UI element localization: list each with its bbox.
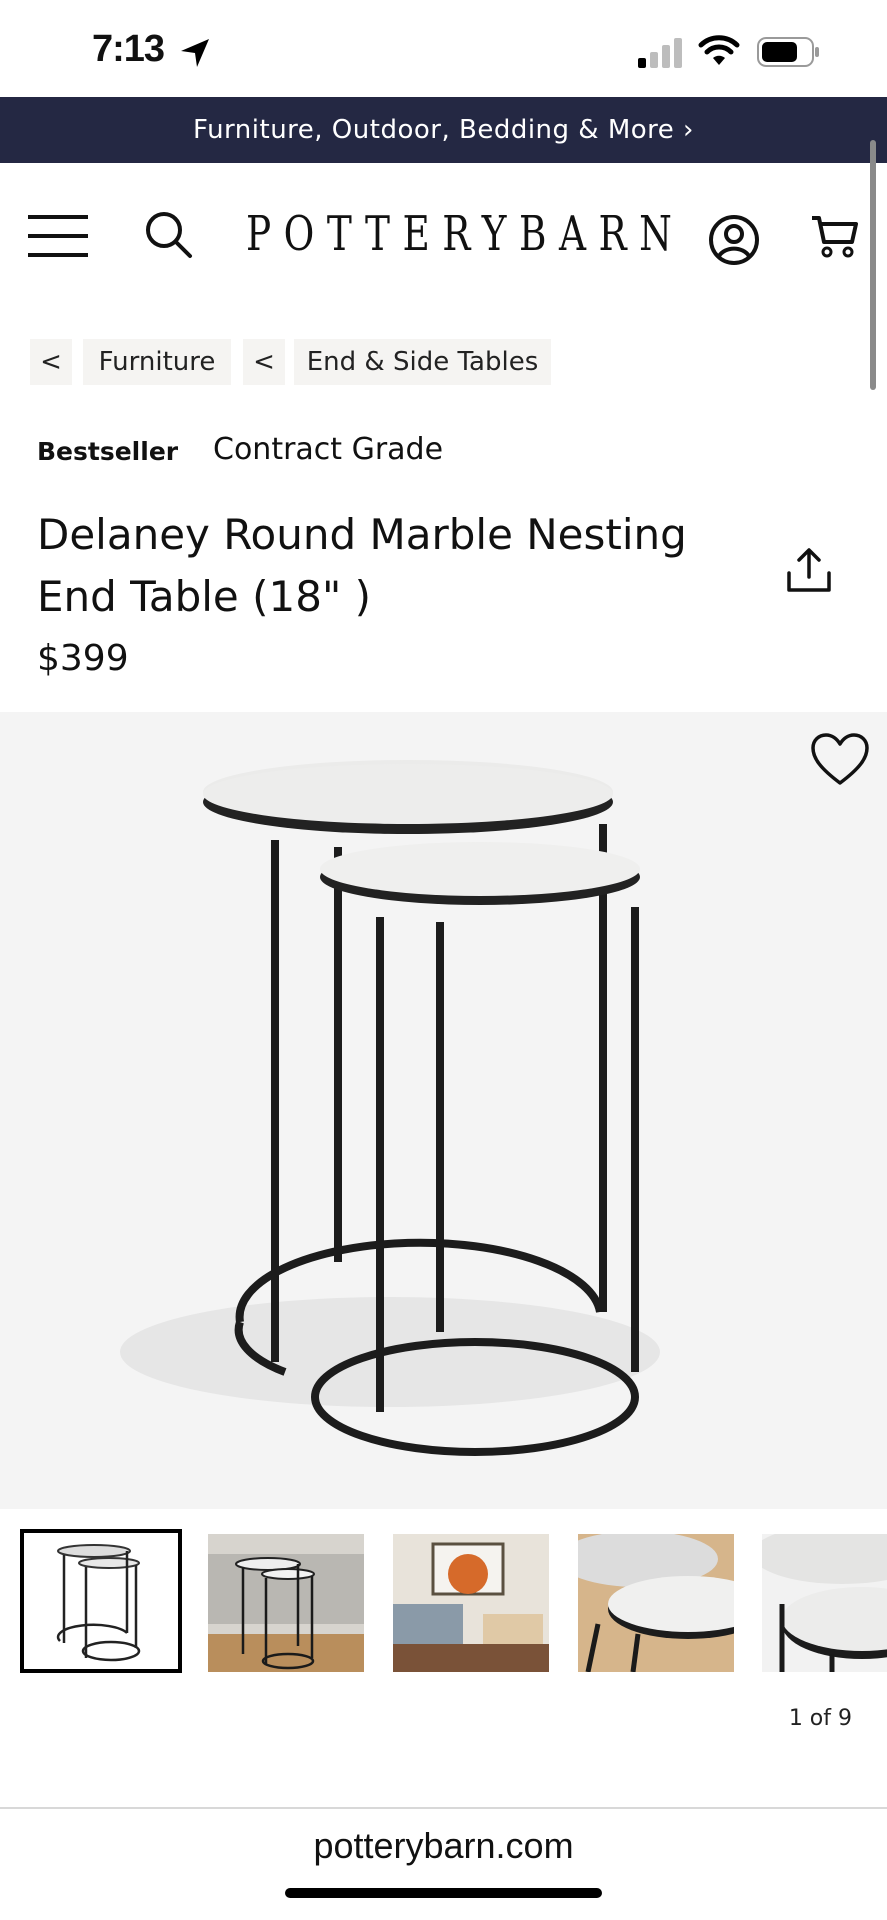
location-arrow-icon bbox=[178, 36, 212, 74]
breadcrumb-furniture[interactable]: Furniture bbox=[83, 339, 231, 385]
cellular-signal-icon bbox=[638, 38, 684, 72]
promo-banner[interactable]: Furniture, Outdoor, Bedding & More › bbox=[0, 97, 887, 163]
breadcrumb-back-button[interactable]: < bbox=[30, 339, 72, 385]
product-hero-image[interactable] bbox=[0, 712, 887, 1509]
thumbnail-2[interactable] bbox=[208, 1534, 364, 1672]
promo-banner-text[interactable]: Furniture, Outdoor, Bedding & More › bbox=[0, 115, 887, 145]
scrollbar[interactable] bbox=[870, 140, 876, 390]
thumbnail-5[interactable] bbox=[762, 1534, 887, 1672]
battery-icon bbox=[757, 37, 821, 71]
product-title: Delaney Round Marble Nesting End Table (… bbox=[37, 510, 687, 621]
wifi-icon bbox=[698, 35, 740, 71]
home-indicator[interactable] bbox=[285, 1888, 602, 1898]
brand-logo[interactable]: POTTERYBARN bbox=[246, 206, 684, 262]
thumbnail-1-selected[interactable] bbox=[20, 1529, 182, 1673]
divider bbox=[0, 1807, 887, 1809]
contract-grade-badge: Contract Grade bbox=[213, 432, 444, 467]
thumbnail-4[interactable] bbox=[578, 1534, 734, 1672]
wishlist-heart-icon[interactable] bbox=[810, 733, 870, 791]
search-icon[interactable] bbox=[144, 210, 194, 264]
browser-url[interactable]: potterybarn.com bbox=[0, 1825, 887, 1867]
breadcrumb-back-button[interactable]: < bbox=[243, 339, 285, 385]
account-icon[interactable] bbox=[708, 214, 760, 270]
hamburger-menu-icon[interactable] bbox=[28, 215, 88, 261]
product-price: $399 bbox=[37, 638, 129, 679]
breadcrumb-end-side-tables[interactable]: End & Side Tables bbox=[294, 339, 551, 385]
share-icon[interactable] bbox=[784, 545, 834, 599]
image-counter: 1 of 9 bbox=[788, 1706, 852, 1731]
bestseller-badge: Bestseller bbox=[37, 437, 179, 466]
thumbnail-3[interactable] bbox=[393, 1534, 549, 1672]
cart-icon[interactable] bbox=[810, 212, 858, 264]
status-time: 7:13 bbox=[92, 28, 165, 70]
